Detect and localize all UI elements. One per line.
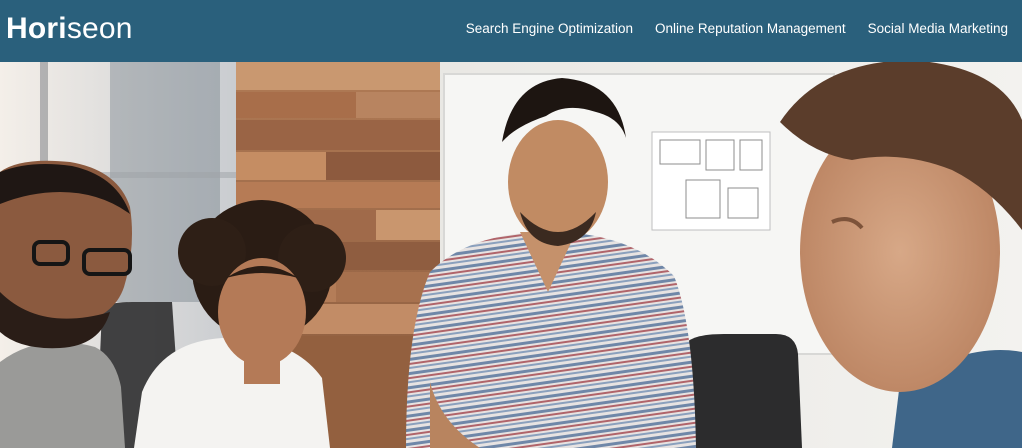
wireframe-sketch	[651, 131, 771, 231]
nav-link-online-reputation-management[interactable]: Online Reputation Management	[655, 20, 846, 38]
office-chair	[678, 334, 802, 448]
person-left-glasses	[0, 160, 132, 448]
nav-link-social-media-marketing[interactable]: Social Media Marketing	[868, 20, 1008, 38]
logo-bold-text: Hori	[6, 12, 67, 45]
main-nav: Search Engine Optimization Online Reputa…	[466, 20, 1008, 38]
site-header: Horiseon Search Engine Optimization Onli…	[0, 0, 1022, 62]
site-logo[interactable]: Horiseon	[6, 11, 133, 47]
hero-image	[0, 62, 1022, 448]
nav-link-search-engine-optimization[interactable]: Search Engine Optimization	[466, 20, 633, 38]
logo-light-text: seon	[66, 12, 133, 45]
hero-photo-team-meeting	[0, 62, 1022, 448]
